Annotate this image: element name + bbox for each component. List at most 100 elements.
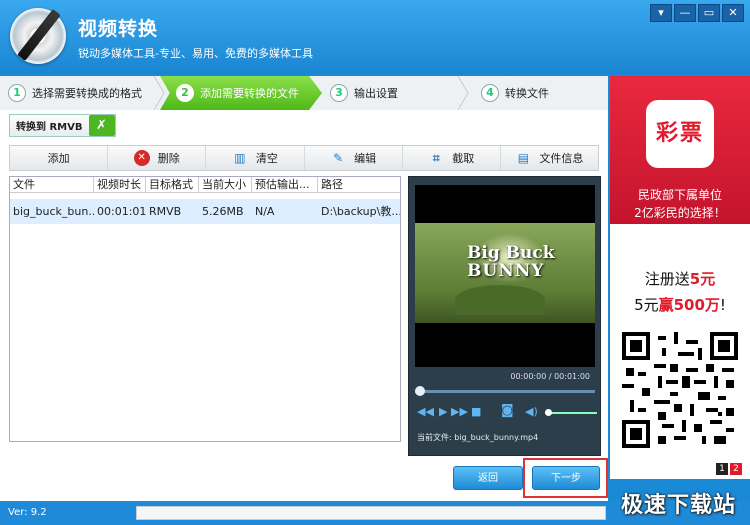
step-select-format[interactable]: 1 选择需要转换成的格式	[8, 76, 156, 110]
delete-label: 删除	[157, 152, 180, 165]
seek-bar[interactable]	[415, 386, 595, 396]
delete-button[interactable]: ✕ 删除	[108, 146, 207, 170]
ad-line1: 民政部下属单位	[637, 188, 722, 202]
step-number: 2	[176, 84, 194, 102]
fast-forward-icon[interactable]: ▶▶	[451, 405, 468, 418]
step-add-files[interactable]: 2 添加需要转换的文件	[160, 76, 322, 110]
crop-icon: ⌗	[432, 151, 440, 165]
file-info-icon: ▤	[517, 151, 530, 165]
file-info-button[interactable]: ▤ 文件信息	[501, 146, 598, 170]
back-button[interactable]: 返回	[453, 466, 523, 490]
add-label: 添加	[47, 152, 70, 165]
player-controls: ◀◀ ▶ ▶▶ ■ ◙ ◀)	[417, 403, 597, 421]
step-separator	[457, 76, 469, 110]
crop-button[interactable]: ⌗ 截取	[403, 146, 501, 170]
progress-bar	[136, 506, 606, 520]
site-watermark: 极速下载站	[620, 493, 736, 518]
column-header[interactable]: 视频时长	[94, 177, 146, 192]
stop-icon[interactable]: ■	[471, 405, 481, 418]
window-controls: ▾ — ▭ ✕	[650, 4, 744, 22]
ad-line2: 2亿彩民的选择！	[634, 206, 726, 220]
step-label: 选择需要转换成的格式	[32, 87, 142, 100]
step-number: 1	[8, 84, 26, 102]
minimize-button[interactable]: —	[674, 4, 696, 22]
step-label: 添加需要转换的文件	[200, 87, 299, 100]
rewind-icon[interactable]: ◀◀	[417, 405, 434, 418]
ad-register-line: 注册送5元	[610, 268, 750, 289]
trash-icon: ▥	[234, 151, 246, 165]
cell-size: 5.26MB	[202, 205, 244, 218]
ad-page-2[interactable]: 2	[730, 463, 742, 475]
cell-filename: big_buck_bun...	[13, 205, 94, 218]
file-info-label: 文件信息	[539, 152, 584, 165]
volume-icon[interactable]: ◀)	[525, 405, 538, 418]
video-title-line2: BUNNY	[467, 261, 545, 281]
app-title: 视频转换	[78, 18, 159, 40]
title-bar: 视频转换 锐动多媒体工具-专业、易用、免费的多媒体工具 ▾ — ▭ ✕	[0, 0, 750, 74]
cell-estimated-output: N/A	[255, 205, 275, 218]
wizard-steps: 1 选择需要转换成的格式 2 添加需要转换的文件 3 输出设置 4 转换文件	[0, 76, 608, 110]
playback-time: 00:00:00 / 00:01:00	[510, 372, 590, 381]
cell-duration: 00:01:01	[97, 205, 146, 218]
video-title-line1: Big Buck	[467, 243, 555, 263]
step-label: 转换文件	[505, 87, 549, 100]
app-subtitle: 锐动多媒体工具-专业、易用、免费的多媒体工具	[78, 47, 313, 60]
next-button-highlight	[523, 458, 608, 498]
ad-banner-top: 彩票 民政部下属单位 2亿彩民的选择！	[610, 76, 750, 224]
volume-slider[interactable]	[545, 409, 597, 416]
edit-label: 编辑	[354, 152, 377, 165]
seek-handle[interactable]	[415, 386, 425, 396]
current-file-label: 当前文件: big_buck_bunny.mp4	[417, 433, 539, 442]
ad-register-amount: 5元	[689, 270, 716, 288]
convert-target-label: 转换到 RMVB	[16, 122, 83, 133]
column-header[interactable]: 目标格式	[146, 177, 199, 192]
delete-icon: ✕	[133, 150, 150, 166]
main-panel: 转换到 RMVB ✗ 添加 ✕ 删除 ▥ 清空 ✎ 编辑 ⌗ 截取 ▤ 文件信息…	[0, 110, 608, 501]
status-bar: Ver: 9.2 极速下载站	[0, 493, 750, 525]
video-player: Big Buck BUNNY 00:00:00 / 00:01:00 ◀◀ ▶ …	[408, 176, 601, 456]
snapshot-camera-icon[interactable]: ◙	[501, 403, 514, 418]
clear-label: 清空	[255, 152, 278, 165]
play-icon[interactable]: ▶	[439, 405, 447, 418]
menu-dropdown-icon[interactable]: ▾	[650, 4, 672, 22]
column-header[interactable]: 当前大小	[199, 177, 252, 192]
crop-label: 截取	[452, 152, 475, 165]
cell-path: D:\backup\教...	[321, 205, 400, 218]
version-label: Ver: 9.2	[8, 507, 47, 518]
ad-pagination: 1 2	[716, 463, 742, 475]
ad-prize-suffix: !	[719, 296, 726, 314]
ad-register-prefix: 注册送	[644, 270, 690, 288]
table-header: 文件 视频时长 目标格式 当前大小 预估输出... 路径	[10, 177, 400, 193]
step-number: 3	[330, 84, 348, 102]
add-button[interactable]: 添加	[10, 146, 109, 170]
step-convert-files[interactable]: 4 转换文件	[481, 76, 591, 110]
ad-prize-amount: 赢500万	[658, 296, 720, 314]
column-header[interactable]: 文件	[10, 177, 94, 192]
ad-page-1[interactable]: 1	[716, 463, 728, 475]
file-list-table[interactable]: 文件 视频时长 目标格式 当前大小 预估输出... 路径 big_buck_bu…	[9, 176, 401, 442]
lottery-badge: 彩票	[646, 100, 714, 168]
step-output-settings[interactable]: 3 输出设置	[330, 76, 450, 110]
file-toolbar: 添加 ✕ 删除 ▥ 清空 ✎ 编辑 ⌗ 截取 ▤ 文件信息	[9, 145, 599, 171]
step-number: 4	[481, 84, 499, 102]
ad-panel[interactable]: 彩票 民政部下属单位 2亿彩民的选择！ 注册送5元 5元赢500万! 1 2	[610, 76, 750, 479]
column-header[interactable]: 预估输出...	[252, 177, 318, 192]
convert-target-badge[interactable]: 转换到 RMVB ✗	[9, 114, 116, 137]
cell-target-format: RMVB	[149, 205, 182, 218]
video-screen[interactable]: Big Buck BUNNY	[415, 185, 595, 367]
video-frame: Big Buck BUNNY	[415, 223, 595, 323]
qr-code-icon	[622, 332, 738, 448]
table-row[interactable]: big_buck_bun... 00:01:01 RMVB 5.26MB N/A…	[10, 199, 400, 224]
edit-icon: ✎	[333, 151, 344, 165]
maximize-button[interactable]: ▭	[698, 4, 720, 22]
ad-prize-prefix: 5元	[634, 296, 659, 314]
ad-prize-line: 5元赢500万!	[610, 294, 750, 315]
app-logo-icon	[10, 8, 66, 64]
column-header[interactable]: 路径	[318, 177, 400, 192]
edit-button[interactable]: ✎ 编辑	[305, 146, 403, 170]
volume-handle[interactable]	[545, 409, 552, 416]
tools-icon: ✗	[88, 115, 115, 136]
step-label: 输出设置	[354, 87, 398, 100]
close-button[interactable]: ✕	[722, 4, 744, 22]
clear-button[interactable]: ▥ 清空	[206, 146, 305, 170]
